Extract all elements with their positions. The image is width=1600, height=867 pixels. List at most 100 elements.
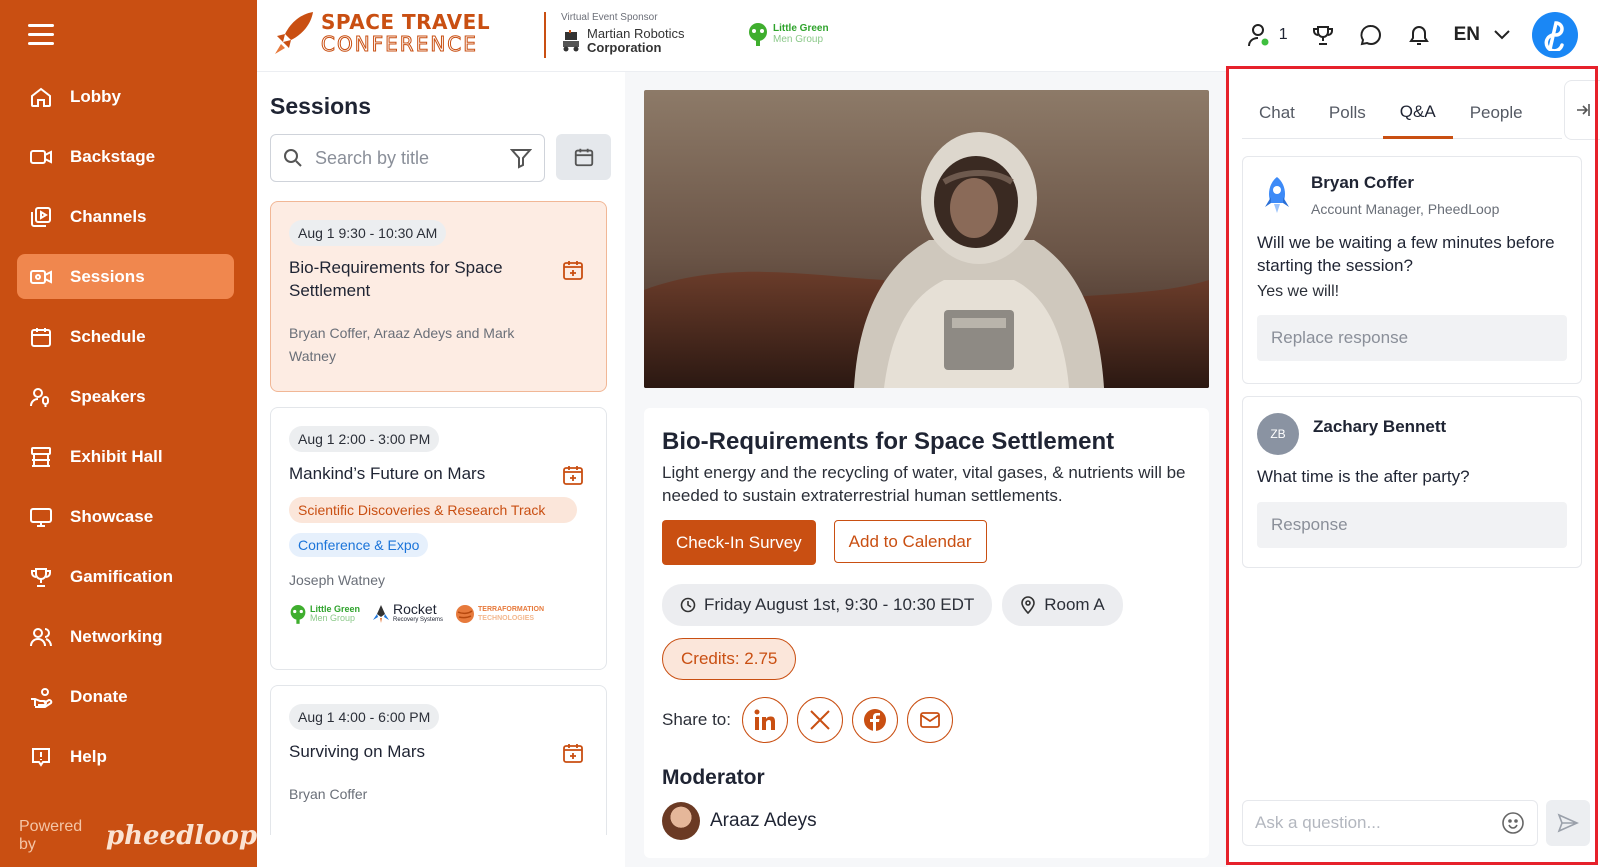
response-input[interactable]: Replace response (1257, 315, 1567, 361)
linkedin-share-button[interactable] (742, 697, 788, 743)
powered-by: Powered by pheedloop (19, 818, 257, 854)
session-detail-title: Bio-Requirements for Space Settlement (662, 428, 1115, 455)
home-icon (29, 85, 53, 109)
send-icon (1557, 813, 1579, 833)
email-share-button[interactable] (907, 697, 953, 743)
sidebar-item-gamification[interactable]: Gamification (17, 554, 234, 599)
x-share-button[interactable] (797, 697, 843, 743)
collapse-right-icon (1576, 104, 1590, 116)
sidebar-item-help[interactable]: Help (17, 734, 234, 779)
attendee-indicator[interactable]: 1 (1247, 22, 1288, 48)
sidebar-item-label: Channels (70, 206, 147, 226)
terraformation-logo[interactable]: TERRAFORMATION TECHNOLOGIES (455, 604, 544, 624)
rocket-recovery-logo[interactable]: Rocket Recovery Systems (372, 602, 443, 625)
sponsor-label: Virtual Event Sponsor (561, 12, 658, 23)
clock-icon (680, 597, 696, 613)
sidebar-item-lobby[interactable]: Lobby (17, 74, 234, 119)
share-label: Share to: (662, 710, 731, 729)
top-actions: 1 EN (1247, 12, 1578, 58)
add-to-calendar-icon[interactable] (562, 464, 584, 486)
sidebar-item-donate[interactable]: Donate (17, 674, 234, 719)
session-time: Aug 1 4:00 - 6:00 PM (289, 704, 440, 730)
location-pin-icon (1021, 596, 1036, 614)
little-green-logo[interactable]: Little Green Men Group (289, 604, 360, 624)
pheedloop-logo[interactable]: pheedloop (106, 821, 257, 851)
sidebar-item-label: Lobby (70, 86, 121, 106)
chat-bubble-icon[interactable] (1358, 22, 1384, 48)
sidebar-item-exhibit-hall[interactable]: Exhibit Hall (17, 434, 234, 479)
donate-icon (29, 685, 53, 709)
moderator-name: Araaz Adeys (710, 810, 817, 831)
emoji-icon[interactable] (1501, 811, 1525, 835)
facebook-icon (864, 709, 886, 731)
session-speakers: Bryan Coffer (289, 786, 368, 802)
event-logo[interactable]: SPACE TRAVEL CONFERENCE (273, 10, 490, 56)
user-avatar[interactable] (1532, 12, 1578, 58)
sidebar-item-speakers[interactable]: Speakers (17, 374, 234, 419)
session-title: Bio-Requirements for Space Settlement (289, 258, 503, 300)
collapse-panel-button[interactable] (1564, 80, 1600, 140)
session-title: Mankind’s Future on Mars (289, 464, 486, 483)
add-to-calendar-button[interactable]: Add to Calendar (833, 520, 987, 563)
session-detail: Bio-Requirements for Space Settlement Li… (625, 72, 1220, 867)
ask-question-input[interactable]: Ask a question... (1242, 800, 1538, 846)
language-label: EN (1453, 24, 1480, 45)
trophy-icon (29, 565, 53, 589)
check-in-survey-button[interactable]: Check-In Survey (662, 520, 816, 565)
sidebar-nav: Lobby Backstage Channels Sessions Schedu… (17, 74, 234, 794)
avatar: ZB (1257, 413, 1299, 455)
tab-polls[interactable]: Polls (1312, 87, 1383, 139)
session-card[interactable]: Aug 1 9:30 - 10:30 AM Bio-Requirements f… (270, 201, 607, 392)
search-input[interactable]: Search by title (270, 134, 545, 182)
session-card[interactable]: Aug 1 4:00 - 6:00 PM Surviving on Mars B… (270, 685, 607, 835)
logo-line-2: Men Group (310, 612, 356, 623)
sidebar-item-showcase[interactable]: Showcase (17, 494, 234, 539)
sidebar-item-backstage[interactable]: Backstage (17, 134, 234, 179)
track-tag[interactable]: Scientific Discoveries & Research Track (289, 497, 577, 523)
tab-chat[interactable]: Chat (1242, 87, 1312, 139)
engagement-panel: Chat Polls Q&A People Bryan Coffer Accou… (1228, 65, 1600, 867)
language-selector[interactable]: EN (1454, 24, 1510, 46)
datetime-text: Friday August 1st, 9:30 - 10:30 EDT (704, 595, 975, 614)
add-to-calendar-icon[interactable] (562, 259, 584, 281)
calendar-view-button[interactable] (556, 134, 611, 180)
top-bar: SPACE TRAVEL CONFERENCE Virtual Event Sp… (257, 0, 1600, 72)
video-player[interactable] (644, 90, 1209, 388)
session-type-tag[interactable]: Conference & Expo (289, 533, 429, 557)
menu-icon[interactable] (28, 24, 54, 46)
x-logo-icon (810, 710, 830, 730)
sidebar-item-label: Exhibit Hall (70, 446, 163, 466)
session-card[interactable]: Aug 1 2:00 - 3:00 PM Mankind’s Future on… (270, 407, 607, 670)
add-to-calendar-icon[interactable] (562, 742, 584, 764)
speaker-icon (29, 385, 53, 409)
tab-people[interactable]: People (1453, 87, 1540, 139)
channels-icon (29, 205, 53, 229)
moderator-entry[interactable]: Araaz Adeys (662, 802, 1191, 840)
logo-line-1: Rocket (393, 601, 437, 617)
send-button[interactable] (1546, 800, 1590, 846)
question-card: Bryan Coffer Account Manager, PheedLoop … (1242, 156, 1582, 384)
user-online-icon (1247, 24, 1269, 47)
sidebar-item-channels[interactable]: Channels (17, 194, 234, 239)
sidebar-item-label: Gamification (70, 566, 173, 586)
trophy-icon[interactable] (1310, 22, 1336, 48)
bell-icon[interactable] (1406, 22, 1432, 48)
sidebar-item-sessions[interactable]: Sessions (17, 254, 234, 299)
sidebar-item-networking[interactable]: Networking (17, 614, 234, 659)
session-time: Aug 1 9:30 - 10:30 AM (289, 220, 447, 246)
partner-line-1: Little Green (773, 23, 829, 34)
booth-icon (29, 445, 53, 469)
sidebar-item-label: Schedule (70, 326, 146, 346)
filter-icon[interactable] (510, 147, 532, 169)
facebook-share-button[interactable] (852, 697, 898, 743)
sidebar-item-schedule[interactable]: Schedule (17, 314, 234, 359)
linkedin-icon (754, 709, 775, 730)
tab-qa[interactable]: Q&A (1382, 87, 1453, 139)
sidebar-item-label: Donate (70, 686, 128, 706)
partner-logo[interactable]: Little Green Men Group (747, 22, 829, 46)
robot-logo-icon (563, 30, 579, 52)
rocket-logo-icon (275, 12, 313, 54)
sponsor-block[interactable]: Virtual Event Sponsor Martian Robotics C… (561, 12, 685, 55)
response-input[interactable]: Response (1257, 502, 1567, 548)
ask-placeholder: Ask a question... (1255, 813, 1381, 832)
